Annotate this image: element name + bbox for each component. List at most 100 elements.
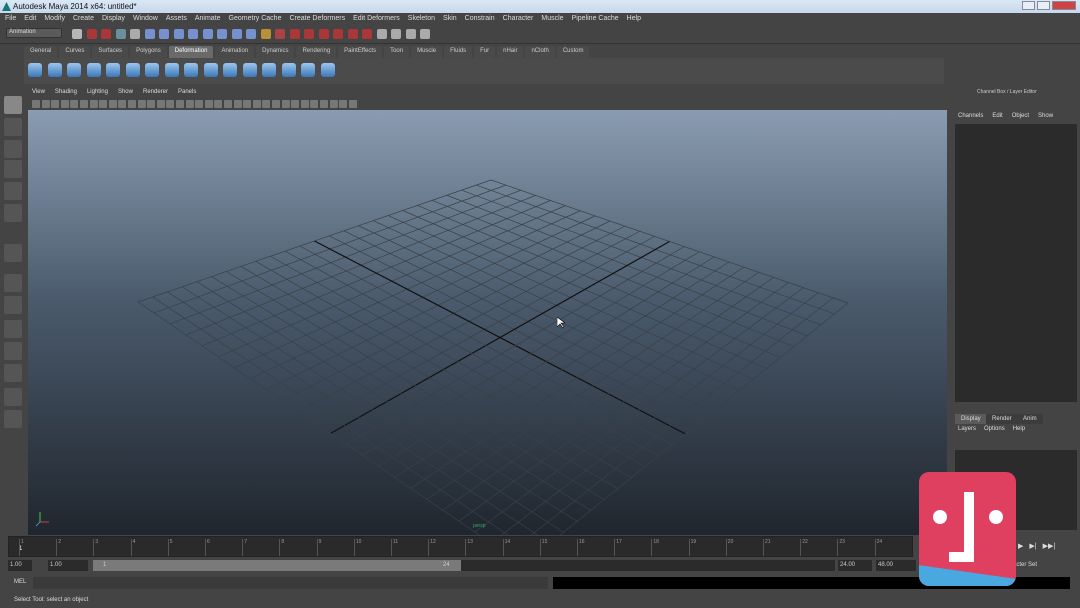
- toolbar-icon[interactable]: [260, 29, 271, 39]
- shelf-tab-deformation[interactable]: Deformation: [168, 46, 214, 58]
- tool-icon[interactable]: [4, 410, 22, 428]
- shelf-tab-custom[interactable]: Custom: [556, 46, 590, 58]
- deformer-tool-icon[interactable]: [242, 63, 257, 77]
- deformer-tool-icon[interactable]: [262, 63, 276, 77]
- shelf-tab-animation[interactable]: Animation: [215, 46, 255, 58]
- toolbar-icon[interactable]: [420, 29, 430, 39]
- toolbar-icon[interactable]: [333, 29, 343, 39]
- deformer-tool-icon[interactable]: [145, 63, 159, 77]
- panel-toolbar-icon[interactable]: [204, 100, 213, 108]
- panel-toolbar-icon[interactable]: [339, 100, 348, 108]
- panel-menu-view[interactable]: View: [32, 89, 45, 95]
- panel-toolbar-icon[interactable]: [60, 100, 69, 108]
- panel-menu-shading[interactable]: Shading: [55, 89, 77, 95]
- toolbar-icon[interactable]: [362, 29, 372, 39]
- deformer-tool-icon[interactable]: [125, 63, 140, 77]
- playback-end-field[interactable]: 24.00: [838, 560, 872, 571]
- toolbar-icon[interactable]: [72, 29, 82, 39]
- shelf-tab-fur[interactable]: Fur: [474, 46, 496, 58]
- panel-toolbar-icon[interactable]: [281, 100, 290, 108]
- channel-box-menu-edit[interactable]: Edit: [992, 113, 1002, 119]
- start-time-field[interactable]: 1.00: [8, 560, 32, 571]
- menu-edit[interactable]: Edit: [24, 15, 36, 22]
- toolbar-icon[interactable]: [86, 29, 97, 39]
- tool-icon[interactable]: [4, 342, 22, 360]
- select-tool-icon[interactable]: [4, 96, 22, 114]
- toolbar-icon[interactable]: [202, 29, 213, 39]
- panel-toolbar-icon[interactable]: [166, 100, 175, 108]
- menu-create[interactable]: Create: [73, 15, 94, 22]
- toolbar-icon[interactable]: [231, 29, 242, 39]
- toolbar-icon[interactable]: [391, 29, 401, 39]
- toolbar-icon[interactable]: [275, 29, 285, 39]
- toolbar-icon[interactable]: [304, 29, 314, 39]
- menu-edit-deformers[interactable]: Edit Deformers: [353, 15, 400, 22]
- deformer-tool-icon[interactable]: [320, 63, 335, 77]
- toolbar-icon[interactable]: [347, 29, 358, 39]
- deformer-tool-icon[interactable]: [223, 63, 237, 77]
- tool-icon[interactable]: [4, 388, 22, 406]
- panel-toolbar-icon[interactable]: [195, 100, 204, 108]
- shelf-tab-fluids[interactable]: Fluids: [444, 46, 473, 58]
- toolbar-icon[interactable]: [115, 29, 126, 39]
- tool-icon[interactable]: [4, 274, 22, 292]
- deformer-tool-icon[interactable]: [86, 63, 101, 77]
- channel-box-menu-object[interactable]: Object: [1012, 113, 1029, 119]
- panel-toolbar-icon[interactable]: [252, 100, 261, 108]
- end-time-field[interactable]: 48.00: [876, 560, 916, 571]
- shelf-tab-dynamics[interactable]: Dynamics: [256, 46, 295, 58]
- menu-geometry-cache[interactable]: Geometry Cache: [229, 15, 282, 22]
- tool-icon[interactable]: [4, 204, 22, 222]
- toolbar-icon[interactable]: [318, 29, 329, 39]
- tool-icon[interactable]: [4, 140, 22, 158]
- menu-modify[interactable]: Modify: [44, 15, 65, 22]
- layer-menu-options[interactable]: Options: [984, 426, 1005, 432]
- panel-toolbar-icon[interactable]: [128, 100, 136, 108]
- range-slider-handle[interactable]: 1 24: [93, 560, 461, 571]
- shelf-tab-toon[interactable]: Toon: [384, 46, 410, 58]
- panel-toolbar-icon[interactable]: [51, 100, 60, 108]
- shelf-tab-ncloth[interactable]: nCloth: [525, 46, 555, 58]
- menu-display[interactable]: Display: [102, 15, 125, 22]
- panel-toolbar-icon[interactable]: [137, 100, 146, 108]
- toolbar-icon[interactable]: [144, 29, 155, 39]
- perspective-viewport[interactable]: persp: [28, 110, 947, 566]
- panel-toolbar-icon[interactable]: [214, 100, 223, 108]
- shelf-tab-surfaces[interactable]: Surfaces: [92, 46, 129, 58]
- toolbar-icon[interactable]: [246, 29, 256, 39]
- toolbar-icon[interactable]: [173, 29, 184, 39]
- panel-toolbar-icon[interactable]: [291, 100, 300, 108]
- panel-toolbar-icon[interactable]: [118, 100, 127, 108]
- command-input[interactable]: [33, 577, 548, 589]
- deformer-tool-icon[interactable]: [164, 63, 179, 77]
- panel-menu-show[interactable]: Show: [118, 89, 133, 95]
- menu-assets[interactable]: Assets: [166, 15, 187, 22]
- shelf-tab-curves[interactable]: Curves: [59, 46, 91, 58]
- deformer-tool-icon[interactable]: [281, 63, 296, 77]
- step-forward-button[interactable]: ▶|: [1029, 542, 1036, 550]
- panel-toolbar-icon[interactable]: [80, 100, 88, 108]
- tool-icon[interactable]: [4, 296, 22, 314]
- shelf-tab-muscle[interactable]: Muscle: [411, 46, 443, 58]
- panel-toolbar-icon[interactable]: [70, 100, 79, 108]
- panel-menu-renderer[interactable]: Renderer: [143, 89, 168, 95]
- deformer-tool-icon[interactable]: [28, 63, 42, 77]
- time-slider[interactable]: 1 1 2 3 4 5 6 7 8 9 10 11 12 13 14 15 16 17 18 19 20 21 22 23 2…: [8, 536, 913, 557]
- toolbar-icon[interactable]: [101, 29, 111, 39]
- menu-character[interactable]: Character: [503, 15, 534, 22]
- tool-icon[interactable]: [4, 364, 22, 382]
- tool-icon[interactable]: [4, 182, 22, 200]
- panel-toolbar-icon[interactable]: [233, 100, 242, 108]
- layer-menu-layers[interactable]: Layers: [958, 426, 976, 432]
- shelf-tab-polygons[interactable]: Polygons: [130, 46, 167, 58]
- menu-skin[interactable]: Skin: [443, 15, 457, 22]
- panel-menu-lighting[interactable]: Lighting: [87, 89, 108, 95]
- toolbar-icon[interactable]: [217, 29, 227, 39]
- shelf-tab-rendering[interactable]: Rendering: [296, 46, 337, 58]
- range-slider[interactable]: 1 24: [93, 560, 835, 571]
- layer-tab-anim[interactable]: Anim: [1017, 414, 1043, 424]
- layer-tab-render[interactable]: Render: [986, 414, 1018, 424]
- channel-box-menu-show[interactable]: Show: [1038, 113, 1053, 119]
- menu-create-deformers[interactable]: Create Deformers: [289, 15, 345, 22]
- panel-toolbar-icon[interactable]: [310, 100, 319, 108]
